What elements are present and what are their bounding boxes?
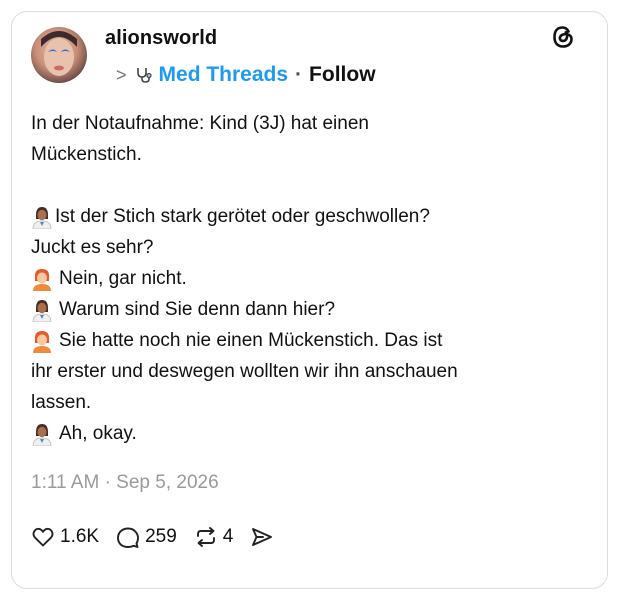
share-icon [252, 528, 273, 546]
follow-button[interactable]: Follow [309, 63, 376, 87]
like-count: 1.6K [60, 526, 100, 547]
like-button[interactable]: 1.6K [30, 524, 99, 550]
doctor-emoji-icon [32, 299, 52, 322]
post-line: lassen. [31, 392, 92, 413]
post-line: Mückenstich. [31, 144, 142, 165]
action-bar: 1.6K 259 4 [30, 522, 295, 552]
threads-logo-icon[interactable] [548, 22, 578, 52]
dialog-text: Sie hatte noch nie einen Mückenstich. Da… [59, 330, 443, 351]
person-red-hair-emoji-icon [33, 330, 51, 353]
heart-icon [32, 527, 54, 547]
repost-icon [196, 527, 215, 547]
reply-button[interactable]: 259 [115, 524, 177, 550]
dialog-text: Ah, okay. [59, 423, 137, 444]
post-line: ihr erster und deswegen wollten wir ihn … [31, 361, 458, 382]
stethoscope-icon [136, 68, 152, 83]
post-line: In der Notaufnahme: Kind (3J) hat einen [31, 113, 369, 134]
comment-icon [117, 527, 140, 548]
person-red-hair-emoji-icon [33, 268, 51, 291]
timestamp[interactable]: 1:11 AM · Sep 5, 2026 [31, 472, 219, 494]
repost-button[interactable]: 4 [193, 524, 234, 550]
community-link[interactable]: Med Threads [159, 63, 289, 87]
doctor-emoji-icon [32, 423, 52, 446]
avatar[interactable] [31, 27, 87, 83]
dialog-line: Nein, gar nicht. [31, 263, 571, 294]
dialog-text: Warum sind Sie denn dann hier? [59, 299, 336, 320]
share-button[interactable] [249, 524, 279, 550]
dialog-text: Ist der Stich stark gerötet oder geschwo… [55, 206, 430, 227]
dialog-line: Sie hatte noch nie einen Mückenstich. Da… [31, 325, 571, 356]
dialog-line: Ist der Stich stark gerötet oder geschwo… [31, 201, 571, 232]
separator-dot: · [295, 63, 303, 86]
repost-count: 4 [222, 526, 234, 547]
post-text: In der Notaufnahme: Kind (3J) hat einen … [31, 108, 571, 449]
community-row: > Med Threads · Follow [116, 62, 376, 88]
chevron-right-icon: > [116, 64, 127, 85]
username[interactable]: alionsworld [105, 27, 217, 50]
doctor-emoji-icon [32, 206, 52, 229]
post-line-blank [31, 170, 571, 201]
reply-count: 259 [145, 526, 177, 547]
dialog-text: Nein, gar nicht. [59, 268, 187, 289]
dialog-line: Warum sind Sie denn dann hier? [31, 294, 571, 325]
dialog-line: Ah, okay. [31, 418, 571, 449]
post-line: Juckt es sehr? [31, 237, 154, 258]
